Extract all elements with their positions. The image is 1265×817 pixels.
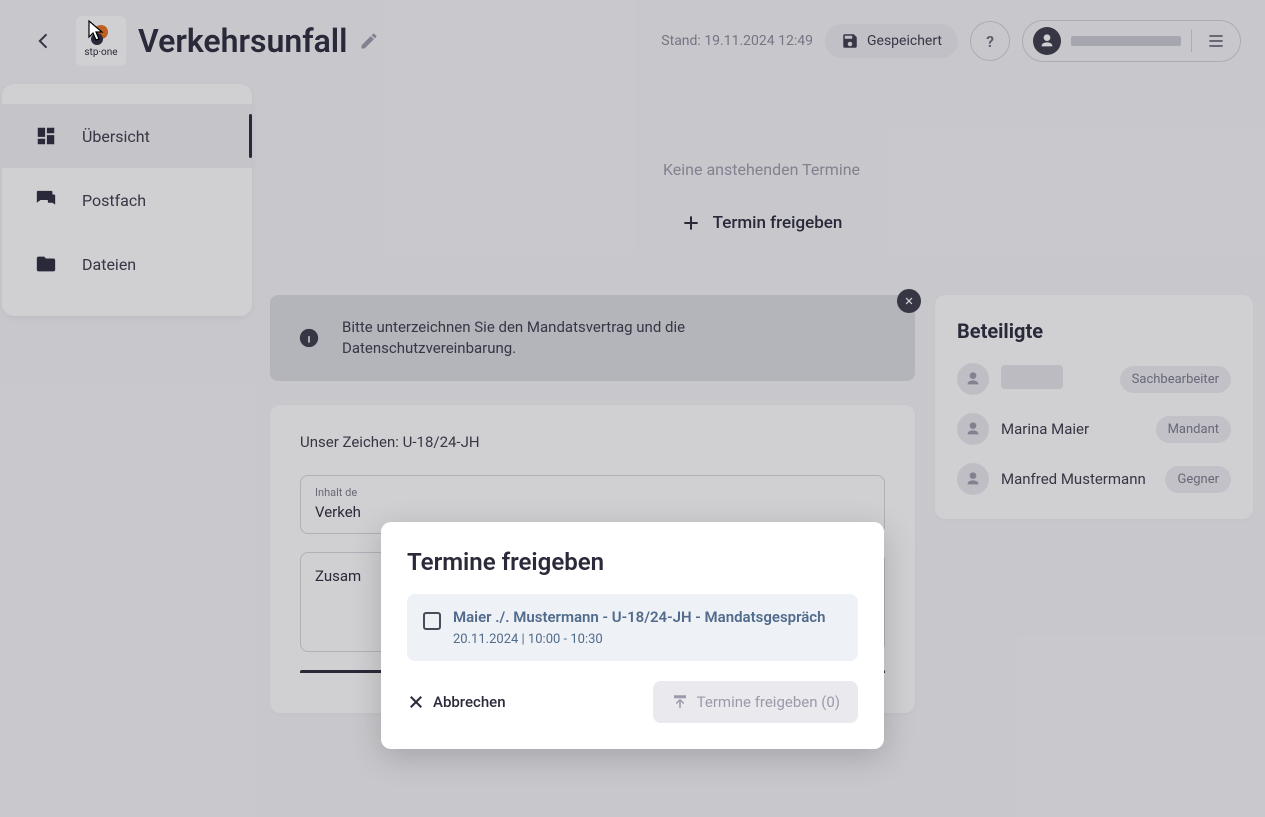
release-appointments-modal: Termine freigeben Maier ./. Mustermann -… [381, 522, 884, 749]
confirm-label: Termine freigeben (0) [697, 693, 840, 711]
publish-icon [671, 693, 689, 711]
appointment-title: Maier ./. Mustermann - U-18/24-JH - Mand… [453, 608, 825, 628]
cancel-label: Abbrechen [433, 693, 506, 711]
cancel-button[interactable]: Abbrechen [407, 693, 506, 711]
confirm-release-button[interactable]: Termine freigeben (0) [653, 681, 858, 723]
appointment-item[interactable]: Maier ./. Mustermann - U-18/24-JH - Mand… [407, 594, 858, 661]
close-icon [407, 693, 425, 711]
modal-title: Termine freigeben [407, 548, 858, 576]
appointment-checkbox[interactable] [423, 612, 441, 630]
appointment-time: 20.11.2024 | 10:00 - 10:30 [453, 632, 825, 647]
